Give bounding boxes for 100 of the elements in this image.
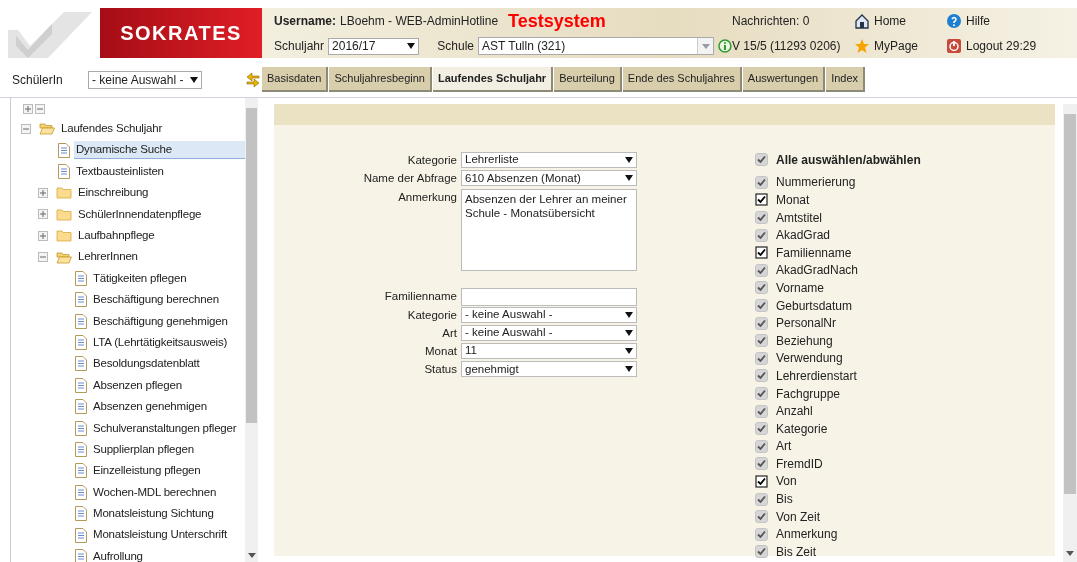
- tree-item[interactable]: Tätigkeiten pflegen: [91, 269, 189, 288]
- tree-item[interactable]: SchülerInnendatenpflege: [76, 205, 204, 223]
- tab[interactable]: Auswertungen: [742, 67, 826, 92]
- checkbox-label: Vorname: [776, 279, 825, 297]
- document-icon: [75, 356, 87, 372]
- tree-item[interactable]: Besoldungsdatenblatt: [91, 355, 202, 373]
- select-value: 11: [465, 343, 477, 359]
- dropdown-arrow-icon[interactable]: [625, 366, 633, 373]
- dropdown-field[interactable]: - keine Auswahl -: [461, 306, 637, 323]
- tab[interactable]: Ende des Schuljahres: [622, 67, 742, 92]
- document-icon: [75, 335, 87, 351]
- checkbox-label: AkadGradNach: [776, 262, 859, 280]
- select-value: genehmigt: [465, 361, 519, 377]
- tab[interactable]: Basisdaten: [262, 67, 329, 92]
- tree-item[interactable]: Laufendes Schuljahr: [59, 120, 165, 138]
- checkbox-label: Nummerierung: [776, 174, 856, 192]
- tree-item[interactable]: Wochen-MDL berechnen: [91, 483, 219, 501]
- document-icon: [75, 399, 87, 415]
- dropdown-arrow-icon[interactable]: [625, 329, 633, 336]
- tab[interactable]: Beurteilung: [554, 67, 622, 92]
- tree-item[interactable]: LehrerInnen: [76, 248, 140, 266]
- tab[interactable]: Laufendes Schuljahr: [432, 67, 554, 92]
- tree-item[interactable]: Monatsleistung Sichtung: [91, 505, 216, 523]
- select-value: 610 Absenzen (Monat): [465, 170, 581, 186]
- open-folder-icon: [39, 122, 55, 136]
- tree-item[interactable]: Monatsleistung Unterschrift: [91, 526, 229, 544]
- checkbox[interactable]: [755, 475, 768, 488]
- field-label: Status: [423, 362, 457, 378]
- tree-item[interactable]: Supplierplan pflegen: [91, 440, 196, 459]
- expand-icon[interactable]: [38, 187, 48, 198]
- select-value: - keine Auswahl -: [465, 325, 553, 341]
- schuljahr-select[interactable]: 2016/17: [328, 37, 420, 55]
- swap-arrows-icon[interactable]: [246, 70, 260, 89]
- tree-item[interactable]: Einschreibung: [76, 184, 151, 202]
- dropdown-arrow-icon[interactable]: [625, 157, 633, 163]
- expand-all-icon[interactable]: [23, 104, 33, 114]
- tree-item[interactable]: Dynamische Suche: [74, 140, 245, 160]
- dropdown-field[interactable]: - keine Auswahl -: [461, 324, 637, 341]
- checkbox-label: Monat: [776, 192, 810, 209]
- checkbox-label: FremdID: [776, 455, 823, 473]
- scrollbar[interactable]: [245, 98, 258, 562]
- dropdown-field[interactable]: Lehrerliste: [461, 152, 637, 168]
- tab[interactable]: Schuljahresbeginn: [329, 67, 432, 92]
- tree-item[interactable]: Aufrollung: [91, 547, 145, 562]
- folder-icon: [56, 229, 72, 243]
- home-icon[interactable]: [854, 13, 870, 29]
- tree-item[interactable]: Absenzen pflegen: [91, 376, 184, 394]
- document-icon: [58, 163, 70, 179]
- power-icon[interactable]: [946, 38, 962, 54]
- checkbox-label: Fachgruppe: [776, 385, 841, 403]
- tree-item[interactable]: Laufbahnpflege: [76, 227, 157, 245]
- expand-icon[interactable]: [38, 209, 48, 220]
- scroll-down-icon[interactable]: [247, 553, 256, 558]
- note-textarea[interactable]: Absenzen der Lehrer an meiner Schule - Monatsübersicht: [461, 188, 637, 271]
- tree-item[interactable]: Beschäftigung berechnen: [91, 291, 221, 309]
- field-label: SchülerIn: [12, 71, 64, 89]
- dropdown-arrow-icon[interactable]: [190, 76, 198, 83]
- tree-item[interactable]: Absenzen genehmigen: [91, 398, 209, 416]
- info-icon[interactable]: [718, 39, 732, 53]
- scrollbar[interactable]: [1063, 104, 1077, 562]
- checkbox-label: Anzahl: [776, 403, 813, 421]
- document-icon: [75, 506, 87, 522]
- tree-item[interactable]: Schulveranstaltungen pfleger: [91, 419, 239, 437]
- student-select[interactable]: - keine Auswahl -: [88, 70, 202, 89]
- document-icon: [75, 420, 87, 436]
- checkbox-label: Anmerkung: [776, 526, 838, 544]
- header-link[interactable]: Home: [874, 12, 906, 30]
- dropdown-field[interactable]: 11: [461, 343, 637, 359]
- schule-select[interactable]: AST Tulln (321): [478, 37, 715, 55]
- document-icon: [75, 484, 87, 500]
- dropdown-arrow-icon[interactable]: [625, 311, 633, 318]
- header-link[interactable]: Hilfe: [966, 12, 990, 30]
- checkbox[interactable]: [755, 246, 768, 260]
- header-link[interactable]: Logout 29:29: [966, 37, 1037, 55]
- tree-item[interactable]: Beschäftigung genehmigen: [91, 312, 230, 330]
- version-text: V 15/5 (11293 0206): [732, 38, 841, 55]
- tree-item[interactable]: Textbausteinlisten: [74, 162, 166, 181]
- header-link[interactable]: MyPage: [874, 37, 919, 55]
- system-label: Testsystem: [508, 9, 606, 33]
- select-value: - keine Auswahl -: [465, 306, 553, 322]
- star-icon[interactable]: [854, 38, 870, 54]
- expand-icon[interactable]: [38, 230, 48, 241]
- dropdown-field[interactable]: genehmigt: [461, 361, 637, 378]
- help-icon[interactable]: [946, 13, 962, 29]
- scroll-down-icon[interactable]: [1066, 551, 1074, 556]
- checkbox[interactable]: [755, 193, 768, 207]
- dropdown-arrow-icon[interactable]: [407, 43, 416, 49]
- field-label: Monat: [424, 344, 457, 359]
- tab[interactable]: Index: [826, 67, 866, 92]
- field-label: Kategorie: [406, 153, 457, 168]
- document-icon: [75, 463, 87, 479]
- tree-item[interactable]: Einzelleistung pflegen: [91, 462, 203, 480]
- dropdown-field[interactable]: 610 Absenzen (Monat): [461, 170, 637, 187]
- text-field[interactable]: [461, 287, 637, 306]
- checkbox-label: Von: [776, 473, 797, 491]
- dropdown-arrow-icon[interactable]: [625, 348, 633, 354]
- field-label: Anmerkung: [397, 189, 457, 205]
- dropdown-arrow-icon[interactable]: [625, 175, 633, 182]
- tree-item[interactable]: LTA (Lehrtätigkeitsausweis): [91, 333, 230, 352]
- checkbox-label: Geburtsdatum: [776, 297, 853, 315]
